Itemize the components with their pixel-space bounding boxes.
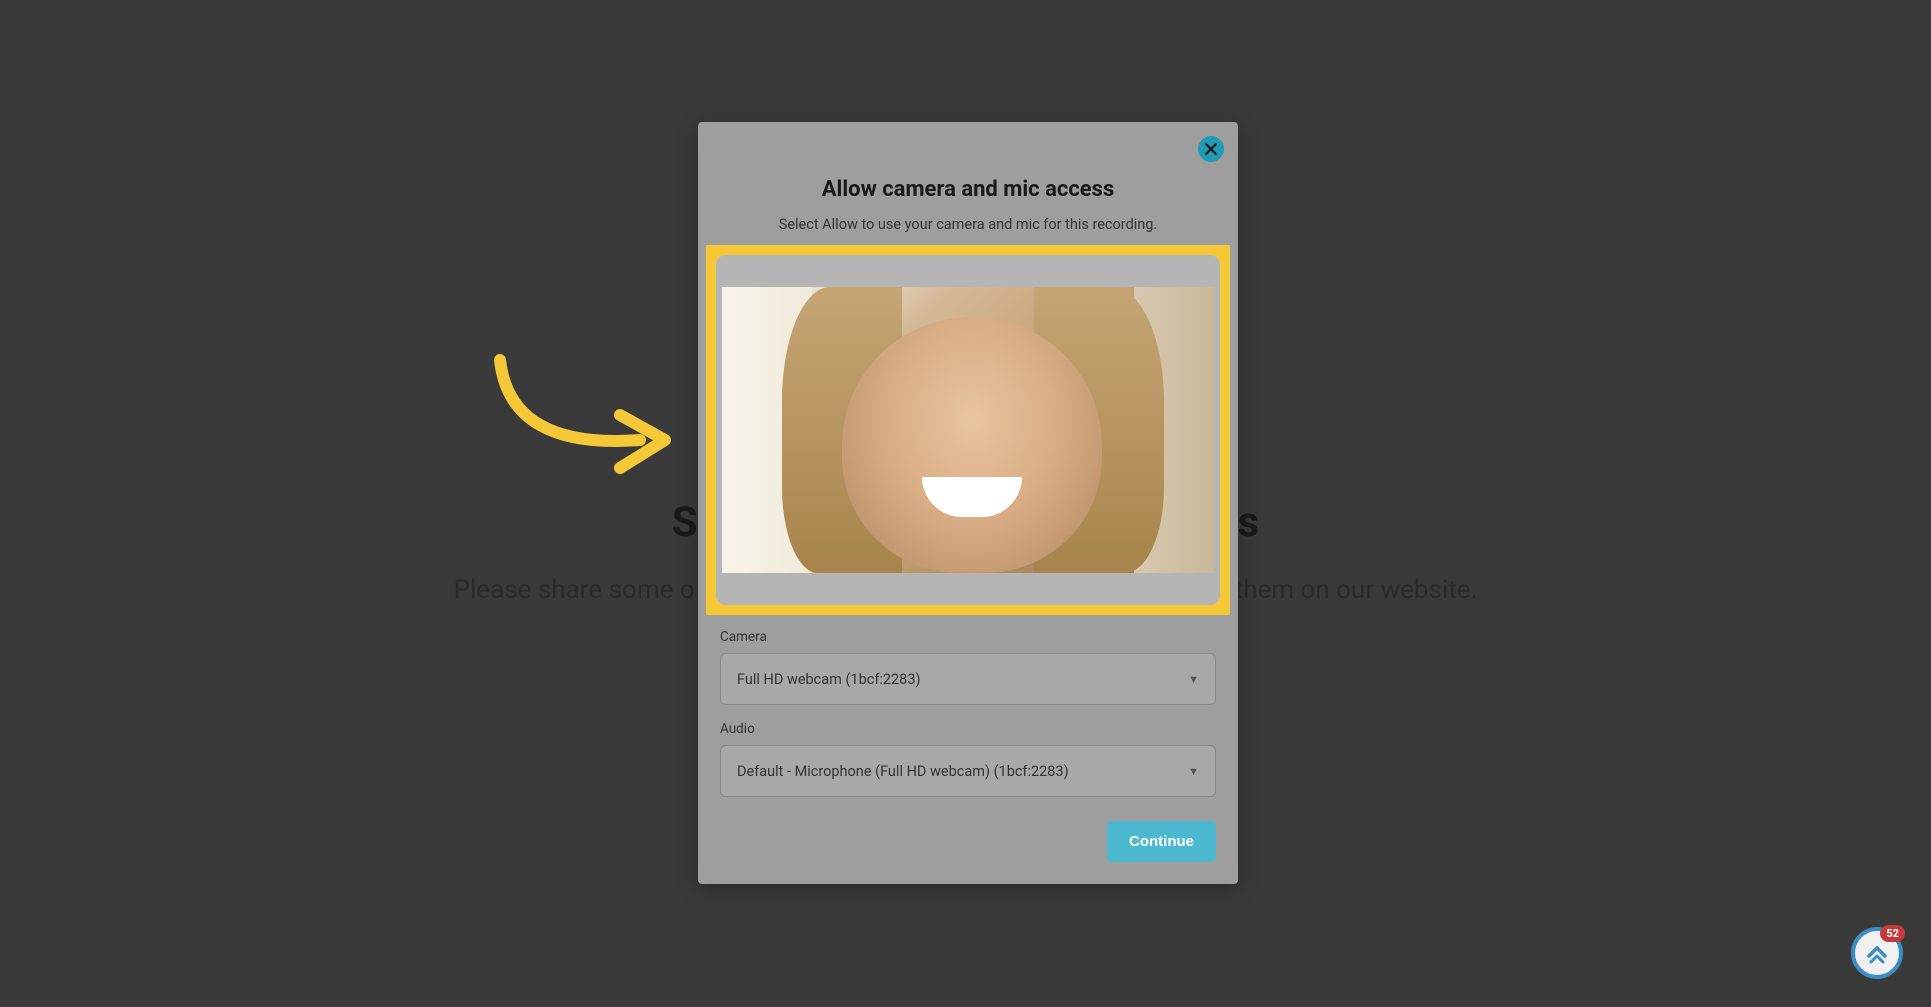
chevron-down-icon: ▼ [1188,673,1199,686]
audio-label: Audio [720,721,1216,737]
camera-preview-image [722,287,1214,573]
permissions-modal: Allow camera and mic access Select Allow… [698,122,1238,884]
modal-title: Allow camera and mic access [698,122,1238,216]
device-form: Camera Full HD webcam (1bcf:2283) ▼ Audi… [698,615,1238,797]
audio-select-value: Default - Microphone (Full HD webcam) (1… [737,763,1069,780]
close-button[interactable] [1198,136,1224,162]
help-widget-button[interactable]: 52 [1851,927,1903,979]
modal-subtitle: Select Allow to use your camera and mic … [698,216,1238,245]
camera-preview-container [716,255,1220,605]
continue-button[interactable]: Continue [1107,821,1216,862]
audio-select[interactable]: Default - Microphone (Full HD webcam) (1… [720,745,1216,797]
close-icon [1204,142,1218,156]
modal-footer: Continue [698,813,1238,884]
camera-select-value: Full HD webcam (1bcf:2283) [737,671,921,688]
camera-select[interactable]: Full HD webcam (1bcf:2283) ▼ [720,653,1216,705]
chevron-up-circle-icon [1863,939,1891,967]
camera-preview-highlight [706,245,1230,615]
chevron-down-icon: ▼ [1188,765,1199,778]
notification-count-badge: 52 [1880,925,1905,942]
camera-label: Camera [720,629,1216,645]
